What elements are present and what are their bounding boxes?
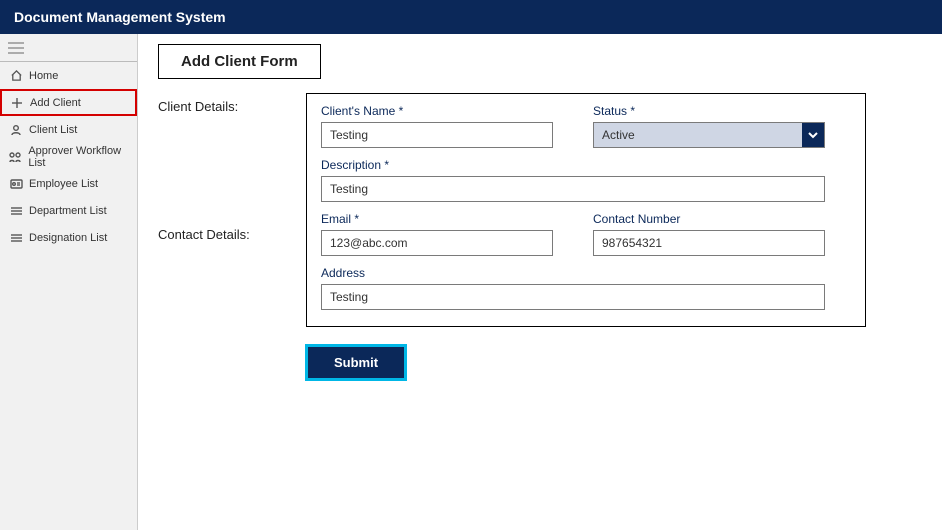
sidebar-item-label: Approver Workflow List [28, 145, 136, 169]
sidebar-item-department-list[interactable]: Department List [0, 197, 137, 224]
sidebar-item-label: Designation List [29, 232, 107, 244]
hamburger-button[interactable] [0, 34, 137, 62]
page-title-text: Add Client Form [181, 53, 298, 70]
person-icon [9, 123, 23, 137]
chevron-down-icon [802, 123, 824, 147]
sidebar-item-home[interactable]: Home [0, 62, 137, 89]
sidebar-item-label: Home [29, 70, 58, 82]
sidebar-item-label: Add Client [30, 97, 81, 109]
page-title: Add Client Form [158, 44, 321, 79]
sidebar-item-approver-workflow[interactable]: Approver Workflow List [0, 143, 137, 170]
submit-button[interactable]: Submit [306, 345, 406, 380]
sidebar-item-label: Department List [29, 205, 107, 217]
main-content: Add Client Form Client Details: Contact … [138, 34, 942, 530]
sidebar-item-client-list[interactable]: Client List [0, 116, 137, 143]
app-title: Document Management System [14, 9, 226, 25]
address-label: Address [321, 266, 825, 280]
email-input[interactable] [321, 230, 553, 256]
client-name-label: Client's Name * [321, 104, 553, 118]
sidebar-item-designation-list[interactable]: Designation List [0, 224, 137, 251]
workflow-icon [9, 150, 22, 164]
status-value: Active [594, 123, 802, 147]
email-label: Email * [321, 212, 553, 226]
contact-number-label: Contact Number [593, 212, 825, 226]
section-client-details: Client Details: [158, 93, 278, 223]
status-select[interactable]: Active [593, 122, 825, 148]
sidebar-item-employee-list[interactable]: Employee List [0, 170, 137, 197]
home-icon [9, 69, 23, 83]
status-label: Status * [593, 104, 825, 118]
list-icon [9, 204, 23, 218]
description-input[interactable] [321, 176, 825, 202]
list-icon [9, 231, 23, 245]
plus-icon [10, 96, 24, 110]
section-contact-details: Contact Details: [158, 223, 278, 289]
client-name-input[interactable] [321, 122, 553, 148]
app-header: Document Management System [0, 0, 942, 34]
contact-number-input[interactable] [593, 230, 825, 256]
sidebar: Home Add Client Client List Approver Wor… [0, 34, 138, 530]
sidebar-item-label: Employee List [29, 178, 98, 190]
form-box: Client's Name * Status * Active [306, 93, 866, 327]
sidebar-item-label: Client List [29, 124, 77, 136]
menu-icon [8, 42, 24, 54]
address-input[interactable] [321, 284, 825, 310]
sidebar-item-add-client[interactable]: Add Client [0, 89, 137, 116]
description-label: Description * [321, 158, 825, 172]
id-card-icon [9, 177, 23, 191]
